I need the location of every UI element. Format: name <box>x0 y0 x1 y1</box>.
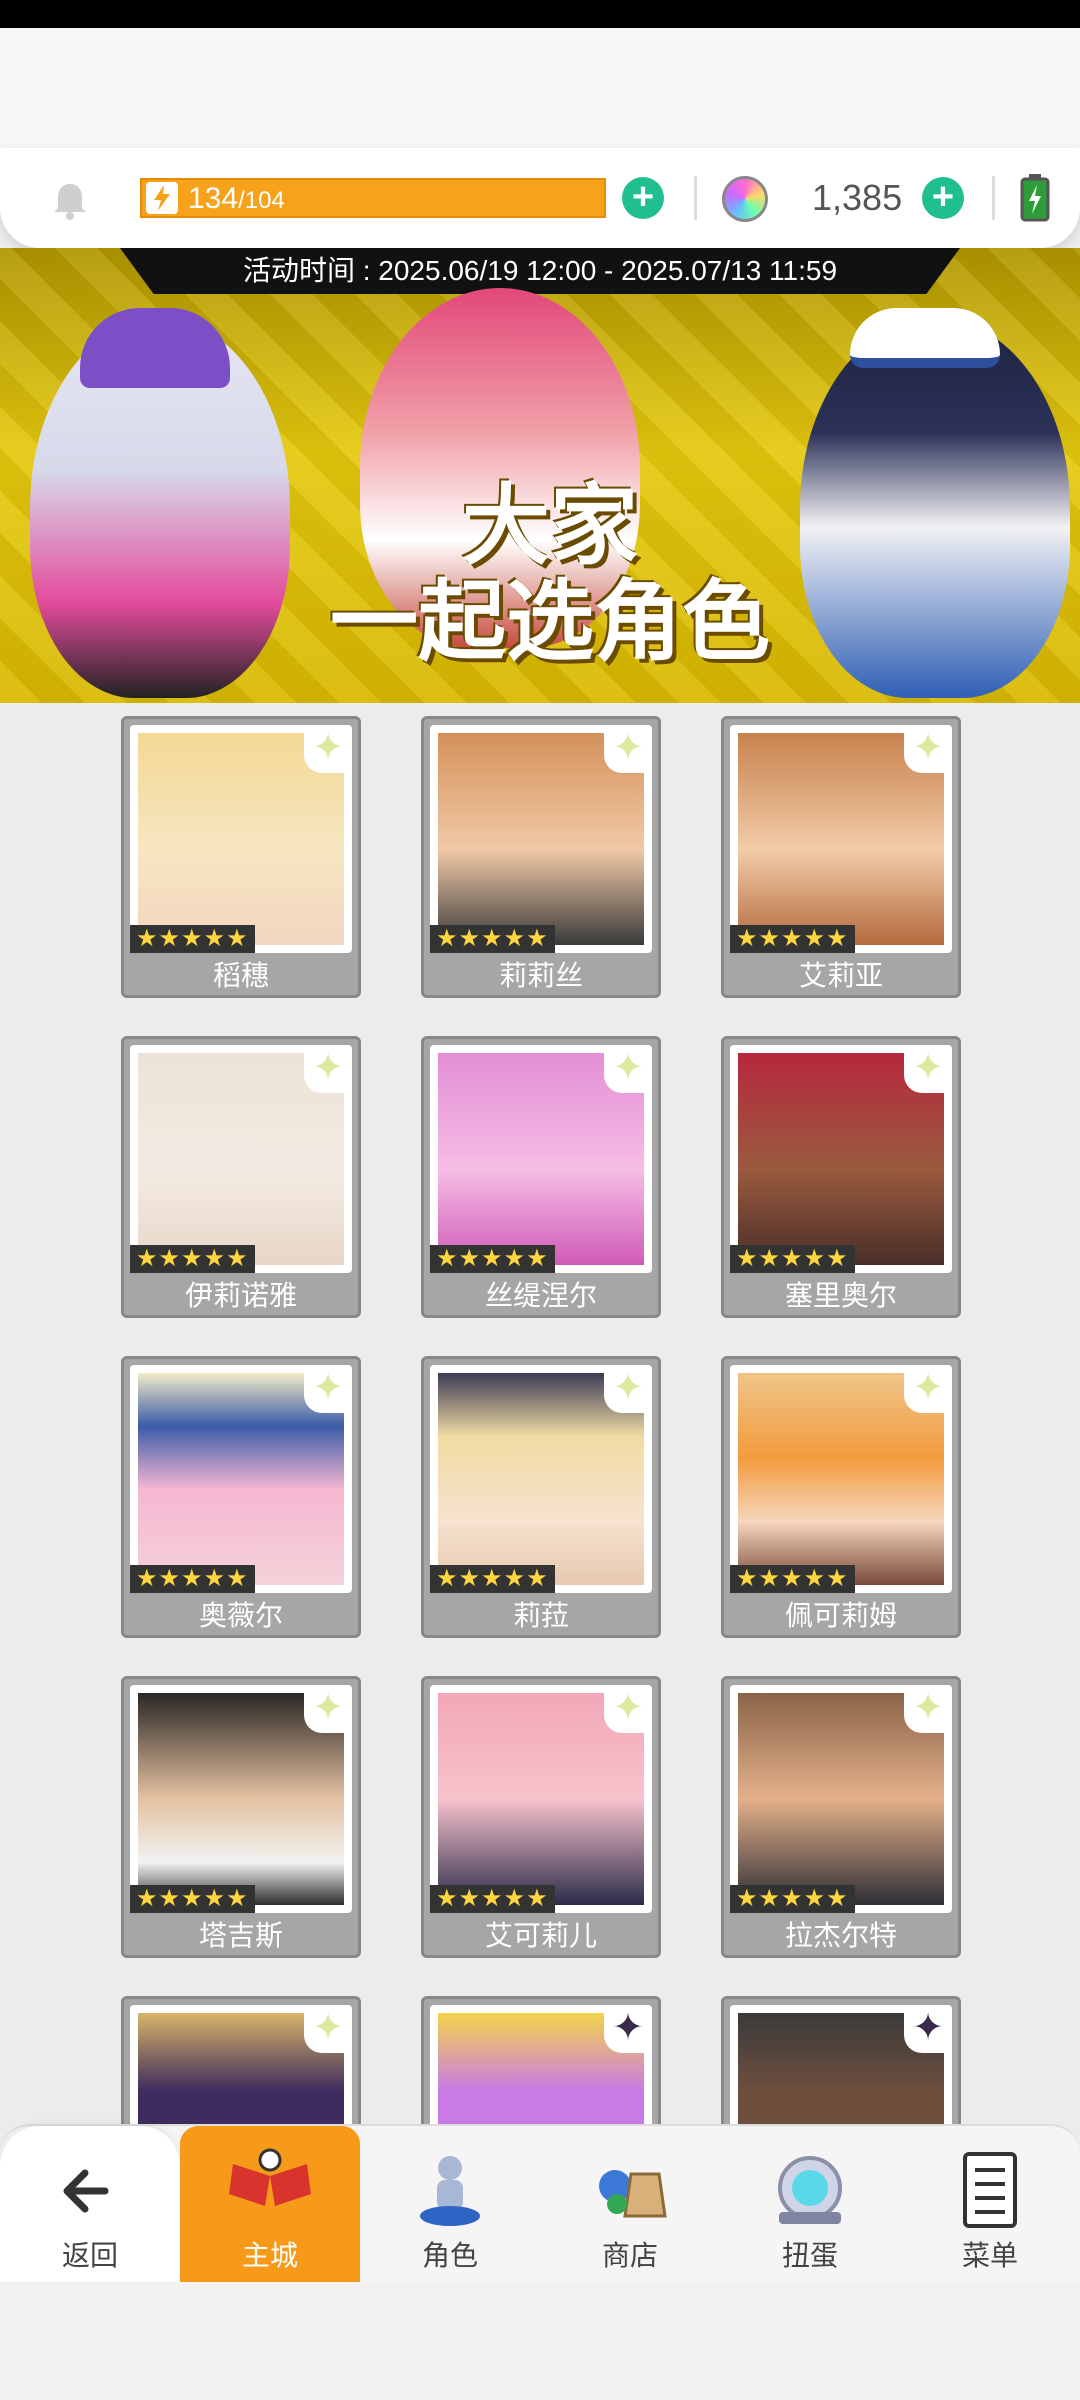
character-card[interactable]: ✦ ★★★★★ 塞里奥尔 <box>721 1036 961 1318</box>
rarity-stars: ★★★★★ <box>730 1885 855 1913</box>
character-card[interactable]: ✦ ★★★★★ 稻穗 <box>121 716 361 998</box>
character-name: 塞里奥尔 <box>784 1280 897 1311</box>
character-name: 奥薇尔 <box>198 1600 283 1631</box>
nav-main-city[interactable]: 主城 <box>180 2126 360 2284</box>
event-banner[interactable]: 活动时间 : 2025.06/19 12:00 - 2025.07/13 11:… <box>0 248 1080 703</box>
energy-max: /104 <box>238 187 285 214</box>
character-card[interactable]: ✦ ★★★★★ 艾莉亚 <box>721 716 961 998</box>
sparkle-icon: ✦ <box>304 1045 352 1093</box>
character-name: 拉杰尔特 <box>784 1920 897 1951</box>
rarity-stars: ★★★★★ <box>430 1565 555 1593</box>
sparkle-icon: ✦ <box>304 2005 352 2053</box>
rainbow-gem-icon <box>722 176 768 222</box>
gacha-orb-icon <box>778 2156 842 2224</box>
banner-hat <box>80 308 230 388</box>
character-card[interactable]: ✦ ★★★★★ 伊莉诺雅 <box>121 1036 361 1318</box>
nav-back-label: 返回 <box>61 2240 118 2271</box>
nav-character[interactable]: 角色 <box>360 2126 540 2284</box>
event-title-line1: 大家 <box>461 474 638 577</box>
rarity-stars: ★★★★★ <box>430 1885 555 1913</box>
character-name: 塔吉斯 <box>198 1920 283 1951</box>
character-name: 艾可莉儿 <box>484 1920 597 1951</box>
nav-character-label: 角色 <box>421 2240 478 2271</box>
sparkle-icon: ✦ <box>904 1045 952 1093</box>
divider <box>992 176 995 220</box>
character-name: 莉莉丝 <box>498 960 583 991</box>
wings-icon <box>229 2148 311 2206</box>
character-name: 稻穗 <box>212 960 269 991</box>
banner-character-right <box>800 318 1070 698</box>
energy-current: 134 <box>188 182 239 215</box>
character-name: 佩可莉姆 <box>784 1600 897 1631</box>
top-spacer <box>0 28 1080 148</box>
character-name: 丝缇涅尔 <box>484 1280 597 1311</box>
character-name: 莉菈 <box>512 1600 569 1631</box>
sparkle-icon: ✦ <box>604 1365 652 1413</box>
sparkle-icon: ✦ <box>604 2005 652 2053</box>
character-card[interactable]: ✦ ★★★★★ 丝缇涅尔 <box>421 1036 661 1318</box>
bell-icon[interactable] <box>48 178 92 222</box>
sparkle-icon: ✦ <box>304 1685 352 1733</box>
banner-sailor-hat <box>850 308 1000 368</box>
sparkle-icon: ✦ <box>604 1685 652 1733</box>
rarity-stars: ★★★★★ <box>430 1245 555 1273</box>
rarity-stars: ★★★★★ <box>430 925 555 953</box>
nav-menu-label: 菜单 <box>961 2240 1018 2271</box>
sparkle-icon: ✦ <box>604 1045 652 1093</box>
event-title-line2: 一起选角色 <box>329 570 770 673</box>
nav-gacha[interactable]: 扭蛋 <box>720 2126 900 2284</box>
sparkle-icon: ✦ <box>604 725 652 773</box>
add-energy-button[interactable]: + <box>622 177 664 219</box>
rarity-stars: ★★★★★ <box>730 925 855 953</box>
status-strip <box>0 0 1080 28</box>
character-card[interactable]: ✦ ★★★★★ 莉莉丝 <box>421 716 661 998</box>
nav-gacha-label: 扭蛋 <box>781 2240 838 2271</box>
event-title: 大家 一起选角色 <box>300 478 800 670</box>
character-name: 伊莉诺雅 <box>184 1280 297 1311</box>
add-gems-button[interactable]: + <box>922 177 964 219</box>
divider <box>694 176 697 220</box>
resource-bar: 134/104 + 1,385 + <box>0 148 1080 248</box>
character-card[interactable]: ✦ ★★★★★ 塔吉斯 <box>121 1676 361 1958</box>
rarity-stars: ★★★★★ <box>130 925 255 953</box>
menu-list-icon <box>963 2152 1017 2228</box>
event-time: 活动时间 : 2025.06/19 12:00 - 2025.07/13 11:… <box>120 248 960 294</box>
character-name: 艾莉亚 <box>798 960 883 991</box>
nav-shop[interactable]: 商店 <box>540 2126 720 2284</box>
sparkle-icon: ✦ <box>304 1365 352 1413</box>
rarity-stars: ★★★★★ <box>130 1245 255 1273</box>
character-statue-icon <box>420 2156 480 2226</box>
energy-meter: 134/104 <box>140 178 606 218</box>
battery-icon <box>1020 174 1050 222</box>
character-card[interactable]: ✦ <box>421 1996 661 2136</box>
lightning-icon <box>146 182 178 214</box>
bottom-navigation: 返回 主城 角色 商店 扭蛋 菜单 <box>0 2124 1080 2284</box>
energy-value: 134/104 <box>188 182 285 218</box>
sparkle-icon: ✦ <box>904 2005 952 2053</box>
sparkle-icon: ✦ <box>904 1685 952 1733</box>
sparkle-icon: ✦ <box>904 1365 952 1413</box>
rarity-stars: ★★★★★ <box>130 1565 255 1593</box>
character-card[interactable]: ✦ ★★★★★ 佩可莉姆 <box>721 1356 961 1638</box>
arrow-left-icon <box>63 2169 109 2213</box>
sparkle-icon: ✦ <box>304 725 352 773</box>
character-card[interactable]: ✦ ★★★★★ 奥薇尔 <box>121 1356 361 1638</box>
character-card[interactable]: ✦ <box>121 1996 361 2136</box>
character-card[interactable]: ✦ ★★★★★ 拉杰尔特 <box>721 1676 961 1958</box>
shop-bag-icon <box>599 2170 667 2218</box>
gem-count: 1,385 <box>812 177 903 218</box>
rarity-stars: ★★★★★ <box>730 1245 855 1273</box>
character-card[interactable]: ✦ <box>721 1996 961 2136</box>
nav-back[interactable]: 返回 <box>0 2126 180 2284</box>
character-card[interactable]: ✦ ★★★★★ 艾可莉儿 <box>421 1676 661 1958</box>
nav-shop-label: 商店 <box>601 2240 658 2271</box>
bottom-spacer <box>0 2282 1080 2400</box>
nav-menu[interactable]: 菜单 <box>900 2126 1080 2284</box>
character-card[interactable]: ✦ ★★★★★ 莉菈 <box>421 1356 661 1638</box>
rarity-stars: ★★★★★ <box>730 1565 855 1593</box>
sparkle-icon: ✦ <box>904 725 952 773</box>
nav-main-city-label: 主城 <box>241 2240 298 2271</box>
rarity-stars: ★★★★★ <box>130 1885 255 1913</box>
